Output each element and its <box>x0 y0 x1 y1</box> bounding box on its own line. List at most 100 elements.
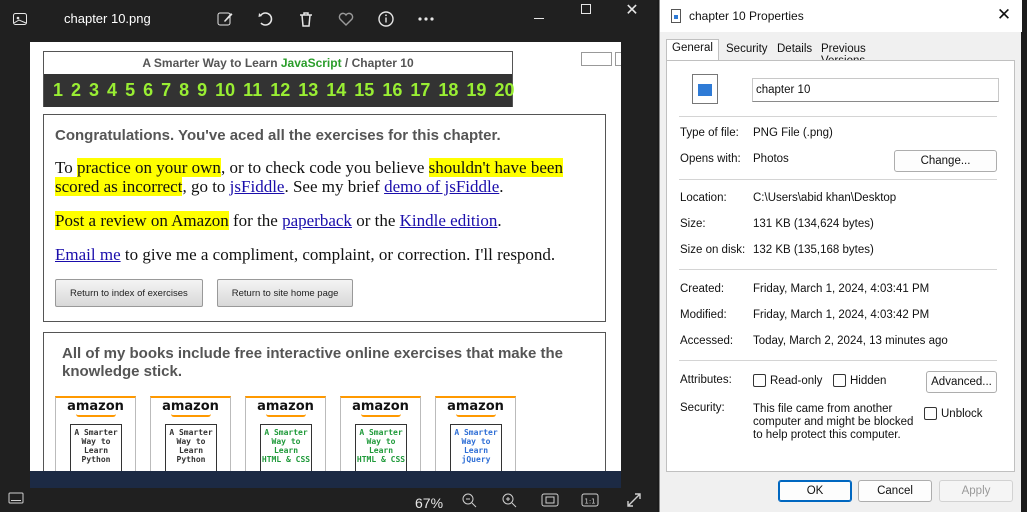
change-button[interactable]: Change... <box>894 150 997 172</box>
rotate-icon[interactable] <box>252 5 280 33</box>
gallery-icon[interactable] <box>6 5 34 33</box>
apply-button[interactable]: Apply <box>939 480 1013 502</box>
modified-value: Friday, March 1, 2024, 4:03:42 PM <box>753 309 930 321</box>
book-card[interactable]: amazon A Smarter Way to Learn HTML & CSS <box>245 396 326 471</box>
maximize-icon[interactable] <box>581 4 591 14</box>
book-title-line: Way to <box>81 437 111 446</box>
zoom-in-icon[interactable] <box>501 492 517 510</box>
chapter-link-12[interactable]: 12 <box>270 80 290 101</box>
file-name-field[interactable] <box>752 78 999 102</box>
divider <box>679 116 997 117</box>
actual-size-icon[interactable]: 1:1 <box>581 492 599 510</box>
chapter-link-16[interactable]: 16 <box>382 80 402 101</box>
hidden-label: Hidden <box>850 374 887 387</box>
minimize-icon[interactable] <box>534 18 544 19</box>
chapter-link-4[interactable]: 4 <box>107 80 117 101</box>
photo-canvas: A Smarter Way to Learn JavaScript / Chap… <box>30 42 621 471</box>
security-warning-text: This file came from another computer and… <box>753 403 914 441</box>
close-icon[interactable]: ✕ <box>994 5 1014 25</box>
chapter-link-20[interactable]: 20 <box>494 80 514 101</box>
chapter-link-18[interactable]: 18 <box>438 80 458 101</box>
zoom-level: 67% <box>415 495 444 511</box>
fit-window-icon[interactable] <box>541 492 559 510</box>
book-title-line: Learn <box>83 446 109 455</box>
chapter-number-list: 1 2 3 4 5 6 7 8 9 10 11 12 13 14 15 16 17 18 19 20 <box>44 74 514 107</box>
chapter-link-19[interactable]: 19 <box>466 80 486 101</box>
text: , or to check code you believe <box>220 158 429 177</box>
chapter-link-7[interactable]: 7 <box>161 80 171 101</box>
amazon-logo: amazon <box>257 399 314 414</box>
close-icon[interactable]: ✕ <box>622 0 642 20</box>
chapter-header: A Smarter Way to Learn JavaScript / Chap… <box>44 52 512 74</box>
return-index-button[interactable]: Return to index of exercises <box>55 279 203 307</box>
amazon-logo: amazon <box>352 399 409 414</box>
book-title-line: Python <box>81 455 111 464</box>
photos-bottombar: 67% 1:1 <box>0 490 657 512</box>
chapter-link-15[interactable]: 15 <box>354 80 374 101</box>
opens-value: Photos <box>753 153 789 165</box>
book-card[interactable]: amazon A Smarter Way to Learn HTML & CSS <box>340 396 421 471</box>
paperback-link[interactable]: paperback <box>282 211 352 230</box>
chapter-link-1[interactable]: 1 <box>53 80 63 101</box>
favorite-heart-icon[interactable] <box>332 5 360 33</box>
chapter-link-6[interactable]: 6 <box>143 80 153 101</box>
created-value: Friday, March 1, 2024, 4:03:41 PM <box>753 283 930 295</box>
book-card[interactable]: amazon A Smarter Way to Learn Python <box>55 396 136 471</box>
more-options-icon[interactable] <box>412 5 440 33</box>
tab-security[interactable]: Security <box>721 41 773 60</box>
book-title-line: Learn <box>463 446 489 455</box>
fullscreen-icon[interactable] <box>626 492 642 510</box>
tab-details[interactable]: Details <box>772 41 817 60</box>
jsfiddle-link[interactable]: jsFiddle <box>230 177 285 196</box>
chapter-link-10[interactable]: 10 <box>215 80 235 101</box>
hidden-checkbox[interactable]: Hidden <box>833 374 886 387</box>
edit-icon[interactable] <box>211 5 239 33</box>
chapter-link-11[interactable]: 11 <box>243 80 262 101</box>
book-card[interactable]: amazon A Smarter Way to Learn jQuery <box>435 396 516 471</box>
chapter-link-5[interactable]: 5 <box>125 80 135 101</box>
chapter-link-3[interactable]: 3 <box>89 80 99 101</box>
book-title-line: Way to <box>271 437 301 446</box>
properties-title: chapter 10 Properties <box>689 9 804 23</box>
tab-general[interactable]: General <box>666 39 719 61</box>
tab-previous-versions[interactable]: Previous Versions <box>816 41 871 67</box>
page-button-row: Return to index of exercises Return to s… <box>55 279 594 307</box>
chapter-link-9[interactable]: 9 <box>197 80 207 101</box>
unblock-label: Unblock <box>941 407 983 420</box>
chapter-link-8[interactable]: 8 <box>179 80 189 101</box>
unblock-checkbox[interactable]: Unblock <box>924 407 983 420</box>
info-icon[interactable] <box>372 5 400 33</box>
email-link[interactable]: Email me <box>55 245 121 264</box>
chapter-link-17[interactable]: 17 <box>410 80 430 101</box>
delete-icon[interactable] <box>292 5 320 33</box>
size-label: Size: <box>680 218 706 230</box>
accessed-value: Today, March 2, 2024, 13 minutes ago <box>753 335 948 347</box>
page-widget-box <box>615 52 621 66</box>
cancel-button[interactable]: Cancel <box>858 480 932 502</box>
kindle-link[interactable]: Kindle edition <box>400 211 498 230</box>
return-home-button[interactable]: Return to site home page <box>216 279 354 307</box>
readonly-checkbox[interactable]: Read-only <box>753 374 822 387</box>
jsfiddle-demo-link[interactable]: demo of jsFiddle <box>384 177 499 196</box>
checkbox-box[interactable] <box>753 374 766 387</box>
chapter-link-14[interactable]: 14 <box>326 80 346 101</box>
review-paragraph: Post a review on Amazon for the paperbac… <box>55 211 594 230</box>
text: To <box>55 158 77 177</box>
checkbox-box[interactable] <box>833 374 846 387</box>
book-title-line: Way to <box>176 437 206 446</box>
advanced-button[interactable]: Advanced... <box>926 371 997 393</box>
zoom-out-icon[interactable] <box>461 492 477 510</box>
type-label: Type of file: <box>680 127 739 139</box>
amazon-logo: amazon <box>67 399 124 414</box>
taskbar-strip <box>30 471 621 488</box>
book-card[interactable]: amazon A Smarter Way to Learn Python <box>150 396 231 471</box>
book-title-line: A Smarter <box>74 428 118 437</box>
chapter-link-2[interactable]: 2 <box>71 80 81 101</box>
chapter-link-13[interactable]: 13 <box>298 80 318 101</box>
divider <box>679 179 997 180</box>
book-title-line: A Smarter <box>454 428 498 437</box>
checkbox-box[interactable] <box>924 407 937 420</box>
books-title: All of my books include free interactive… <box>62 345 564 380</box>
filmstrip-icon[interactable] <box>8 492 24 510</box>
ok-button[interactable]: OK <box>778 480 852 502</box>
